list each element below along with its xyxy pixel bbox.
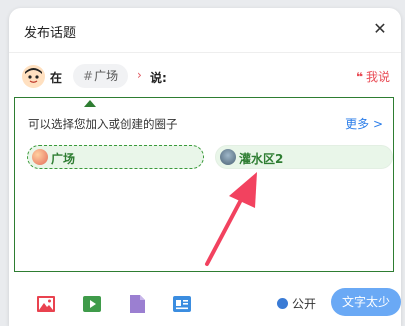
circle-chip-label: 灌水区2 bbox=[239, 152, 284, 166]
panel-hint: 可以选择您加入或创建的圈子 bbox=[28, 117, 178, 131]
circle-chip-watering[interactable]: 灌水区2 bbox=[215, 145, 393, 169]
circle-select-panel: 可以选择您加入或创建的圈子 更多 > 广场 灌水区2 bbox=[14, 97, 394, 272]
say-label: 说: bbox=[150, 71, 167, 85]
globe-icon bbox=[277, 298, 288, 309]
more-link[interactable]: 更多 > bbox=[345, 115, 383, 132]
hash-icon: # bbox=[83, 69, 94, 83]
avatar[interactable] bbox=[22, 65, 45, 88]
speak-button[interactable]: ❝ 我说 bbox=[356, 68, 390, 85]
topic-chip[interactable]: #广场 bbox=[73, 64, 129, 88]
in-label: 在 bbox=[50, 71, 63, 85]
circle-avatar bbox=[220, 149, 236, 165]
document-icon[interactable] bbox=[127, 294, 147, 314]
post-location-row: 在 #广场 › 说: ❝ 我说 bbox=[22, 64, 392, 90]
speak-label: 我说 bbox=[365, 70, 390, 84]
card-icon[interactable] bbox=[172, 294, 192, 314]
image-icon[interactable] bbox=[36, 294, 56, 314]
quote-icon: ❝ bbox=[355, 70, 363, 84]
circle-avatar bbox=[32, 149, 48, 165]
publish-topic-dialog: 发布话题 ✕ 在 #广场 › 说: ❝ 我说 可以选择您加入或创建的圈子 更多 >… bbox=[9, 8, 401, 326]
dialog-title: 发布话题 bbox=[24, 26, 77, 41]
chevron-right-icon: › bbox=[137, 68, 142, 82]
video-icon[interactable] bbox=[82, 294, 102, 314]
panel-pointer bbox=[84, 100, 96, 107]
submit-button[interactable]: 文字太少 bbox=[331, 288, 401, 316]
close-icon[interactable]: ✕ bbox=[371, 20, 389, 38]
divider bbox=[9, 52, 401, 53]
visibility-selector[interactable]: 公开 bbox=[277, 295, 316, 312]
circle-chip-label: 广场 bbox=[51, 152, 76, 166]
circle-chip-plaza[interactable]: 广场 bbox=[27, 145, 204, 169]
topic-chip-label: 广场 bbox=[94, 69, 119, 83]
visibility-label: 公开 bbox=[292, 297, 317, 311]
